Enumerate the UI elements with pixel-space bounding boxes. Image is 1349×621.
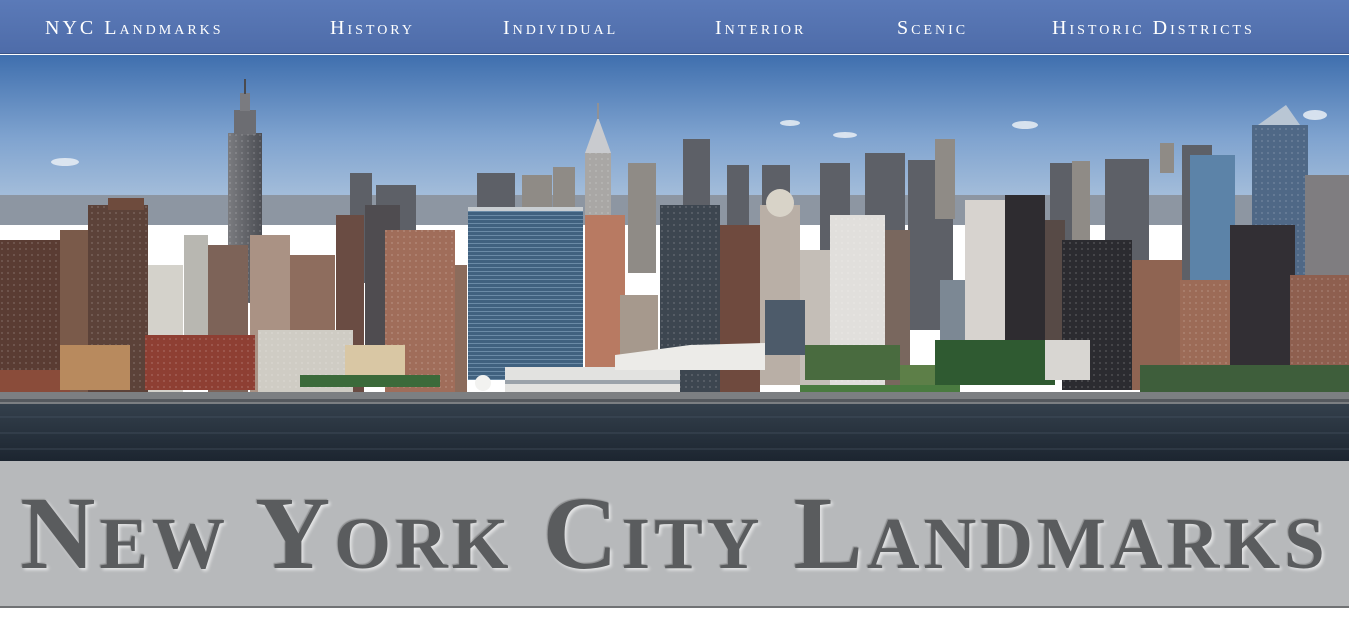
site-title-band: New York City Landmarks	[0, 461, 1349, 608]
main-navigation: NYC Landmarks History Individual Interio…	[0, 0, 1349, 54]
nav-link-interior[interactable]: Interior	[715, 0, 806, 54]
nav-link-individual[interactable]: Individual	[503, 0, 618, 54]
skyline-hero-image	[0, 55, 1349, 461]
nav-link-history[interactable]: History	[330, 0, 415, 54]
nav-link-historic-districts[interactable]: Historic Districts	[1052, 0, 1255, 54]
un-secretariat-building	[468, 207, 583, 380]
nav-link-scenic[interactable]: Scenic	[897, 0, 968, 54]
page-body-blank	[0, 610, 1349, 621]
manhattan-skyline-photo	[0, 55, 1349, 461]
nav-link-nyc-landmarks[interactable]: NYC Landmarks	[45, 0, 224, 54]
site-title: New York City Landmarks	[20, 476, 1329, 591]
